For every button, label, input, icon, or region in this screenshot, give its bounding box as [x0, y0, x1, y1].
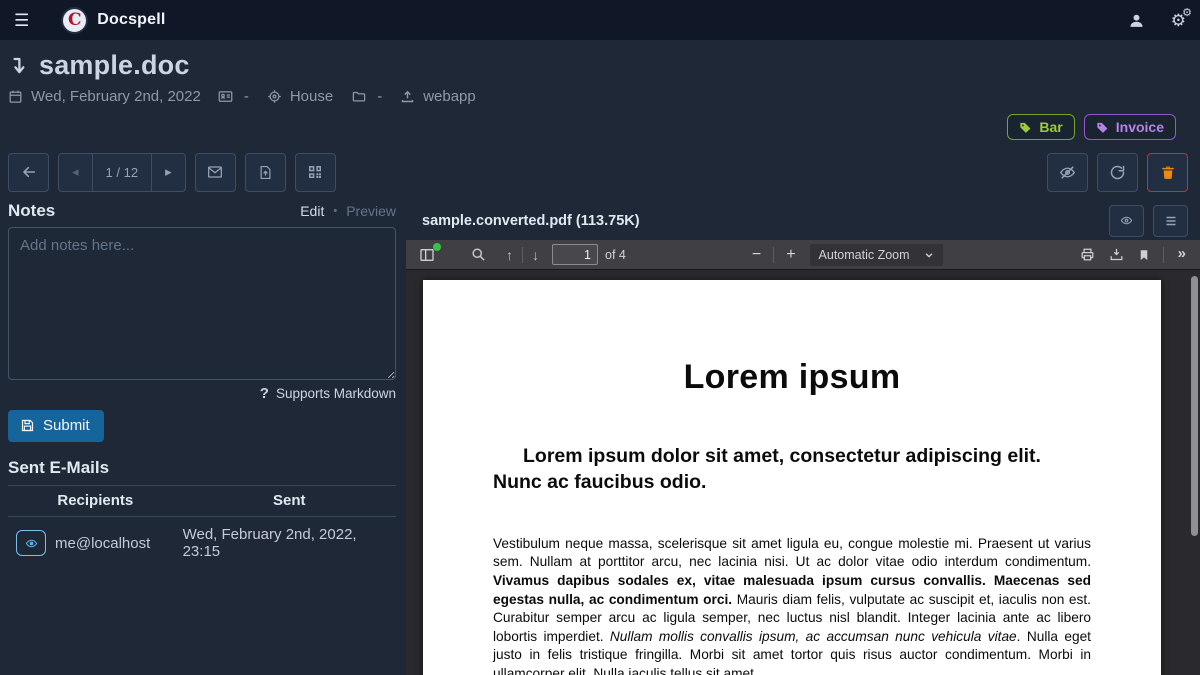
pdf-page-input[interactable]	[552, 244, 598, 265]
pdf-zoom-select[interactable]: Automatic Zoom	[810, 244, 943, 266]
notes-input[interactable]	[8, 227, 396, 380]
settings-cogs-icon[interactable]: ⚙ ⚙	[1171, 12, 1186, 29]
tag-label: Invoice	[1116, 119, 1164, 135]
pdf-page-total: of 4	[605, 248, 626, 262]
brand[interactable]: C Docspell	[61, 7, 165, 34]
item-concerning: House	[290, 88, 333, 105]
back-button[interactable]	[8, 153, 49, 192]
pdf-viewer[interactable]: Lorem ipsum Lorem ipsum dolor sit amet, …	[406, 270, 1200, 675]
top-navbar: ☰ C Docspell ⚙ ⚙	[0, 0, 1200, 40]
reprocess-button[interactable]	[1097, 153, 1138, 192]
column-header-sent: Sent	[183, 486, 396, 517]
attachment-filename: sample.converted.pdf (113.75K)	[422, 213, 640, 229]
tag-icon	[1096, 121, 1109, 134]
pdf-print-button[interactable]	[1075, 244, 1100, 265]
notes-heading: Notes	[8, 201, 55, 221]
folder-placeholder: -	[377, 88, 382, 105]
user-icon[interactable]	[1128, 12, 1145, 29]
sent-mail-row: me@localhost Wed, February 2nd, 2022, 23…	[8, 517, 396, 570]
pdf-scrollbar[interactable]	[1190, 272, 1199, 675]
save-icon	[20, 418, 35, 433]
mail-recipient: me@localhost	[55, 535, 150, 552]
dot-separator: •	[333, 205, 337, 217]
document-subheading: Lorem ipsum dolor sit amet, consectetur …	[493, 444, 1091, 496]
tag-invoice[interactable]: Invoice	[1084, 114, 1176, 140]
eye-icon	[1119, 214, 1134, 227]
item-meta-row: Wed, February 2nd, 2022 - House - webapp	[8, 88, 1188, 105]
unconfirm-button[interactable]	[1047, 153, 1088, 192]
item-download-icon	[8, 54, 29, 78]
pdf-zoom-out-button[interactable]: −	[744, 246, 769, 264]
pdf-zoom-in-button[interactable]: +	[778, 246, 803, 264]
pdf-save-button[interactable]	[1104, 244, 1129, 265]
pdf-zoom-value: Automatic Zoom	[819, 248, 910, 262]
page-pagination: ◂ 1 / 12 ▸	[58, 153, 186, 192]
attachment-menu-button[interactable]	[1153, 205, 1188, 237]
concerning-crosshair-icon	[267, 89, 282, 104]
folder-icon	[351, 89, 367, 104]
correspondent-card-icon	[217, 89, 234, 104]
pdf-sidebar-toggle-button[interactable]	[414, 244, 440, 266]
submit-label: Submit	[43, 417, 90, 434]
markdown-hint-label: Supports Markdown	[276, 386, 396, 401]
item-side-panel: Notes Edit • Preview ? Supports Markdown…	[0, 201, 404, 675]
view-mail-button[interactable]	[16, 530, 46, 556]
item-source: webapp	[423, 88, 476, 105]
tags-row: Bar Invoice	[8, 114, 1188, 140]
column-header-recipients: Recipients	[8, 486, 183, 517]
sent-mails-heading: Sent E-Mails	[8, 458, 396, 486]
submit-notes-button[interactable]: Submit	[8, 410, 104, 442]
tag-bar[interactable]: Bar	[1007, 114, 1074, 140]
qrcode-button[interactable]	[295, 153, 336, 192]
add-file-button[interactable]	[245, 153, 286, 192]
send-mail-button[interactable]	[195, 153, 236, 192]
prev-page-button[interactable]: ◂	[59, 154, 92, 191]
notes-edit-link[interactable]: Edit	[300, 203, 324, 219]
item-date: Wed, February 2nd, 2022	[31, 88, 201, 105]
pdf-page: Lorem ipsum Lorem ipsum dolor sit amet, …	[423, 280, 1161, 675]
pdf-prev-page-button[interactable]: ↑	[501, 244, 518, 266]
page-indicator: 1 / 12	[92, 154, 152, 191]
markdown-hint[interactable]: ? Supports Markdown	[8, 385, 396, 402]
pdf-search-button[interactable]	[466, 244, 491, 265]
sent-mails-table: Recipients Sent me@localhost Wed, Febru	[8, 486, 396, 569]
pdf-next-page-button[interactable]: ↓	[527, 244, 544, 266]
attachment-view-button[interactable]	[1109, 205, 1144, 237]
next-page-button[interactable]: ▸	[151, 154, 185, 191]
calendar-icon	[8, 89, 23, 104]
sidebar-notification-dot	[433, 243, 441, 251]
tag-icon	[1019, 121, 1032, 134]
mail-sent-date: Wed, February 2nd, 2022, 23:15	[183, 517, 396, 570]
document-body: Vestibulum neque massa, scelerisque sit …	[493, 535, 1091, 675]
pdf-scrollbar-thumb[interactable]	[1191, 276, 1198, 536]
upload-source-icon	[400, 89, 415, 104]
document-title: Lorem ipsum	[493, 358, 1091, 397]
pdf-bookmark-button[interactable]	[1133, 245, 1155, 265]
pdf-more-tools-button[interactable]: »	[1172, 245, 1192, 264]
brand-name: Docspell	[97, 11, 165, 29]
pdfjs-toolbar: ↑ ↓ of 4 − + Automatic Zoom	[406, 240, 1200, 270]
bars-icon	[1164, 215, 1178, 227]
item-header: sample.doc Wed, February 2nd, 2022 - Hou…	[0, 40, 1200, 140]
docspell-logo-icon: C	[61, 7, 88, 34]
sidebar-menu-icon[interactable]: ☰	[14, 12, 29, 29]
item-toolbar: ◂ 1 / 12 ▸	[0, 152, 1200, 192]
tag-label: Bar	[1039, 119, 1062, 135]
question-icon: ?	[260, 385, 269, 402]
notes-preview-link[interactable]: Preview	[346, 203, 396, 219]
item-title: sample.doc	[39, 50, 190, 81]
chevron-down-icon	[924, 250, 934, 260]
delete-button[interactable]	[1147, 153, 1188, 192]
correspondent-placeholder: -	[244, 88, 249, 105]
attachment-panel: sample.converted.pdf (113.75K) ↑ ↓	[406, 201, 1200, 675]
